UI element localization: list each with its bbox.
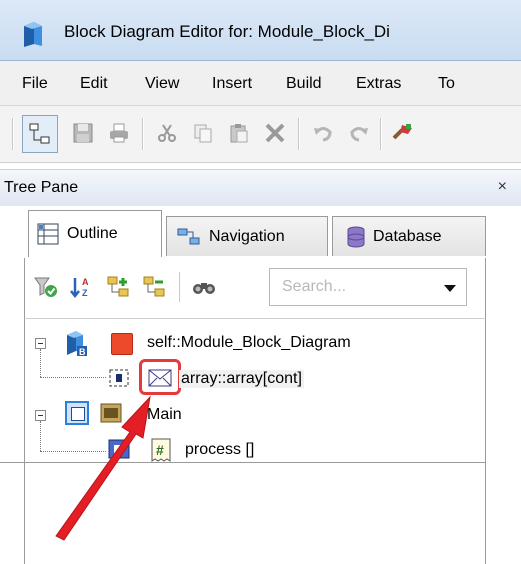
annotation-arrow	[55, 395, 151, 541]
tab-label: Outline	[67, 225, 118, 242]
outline-icon	[37, 223, 59, 245]
tab-outline[interactable]: Outline	[28, 210, 162, 257]
